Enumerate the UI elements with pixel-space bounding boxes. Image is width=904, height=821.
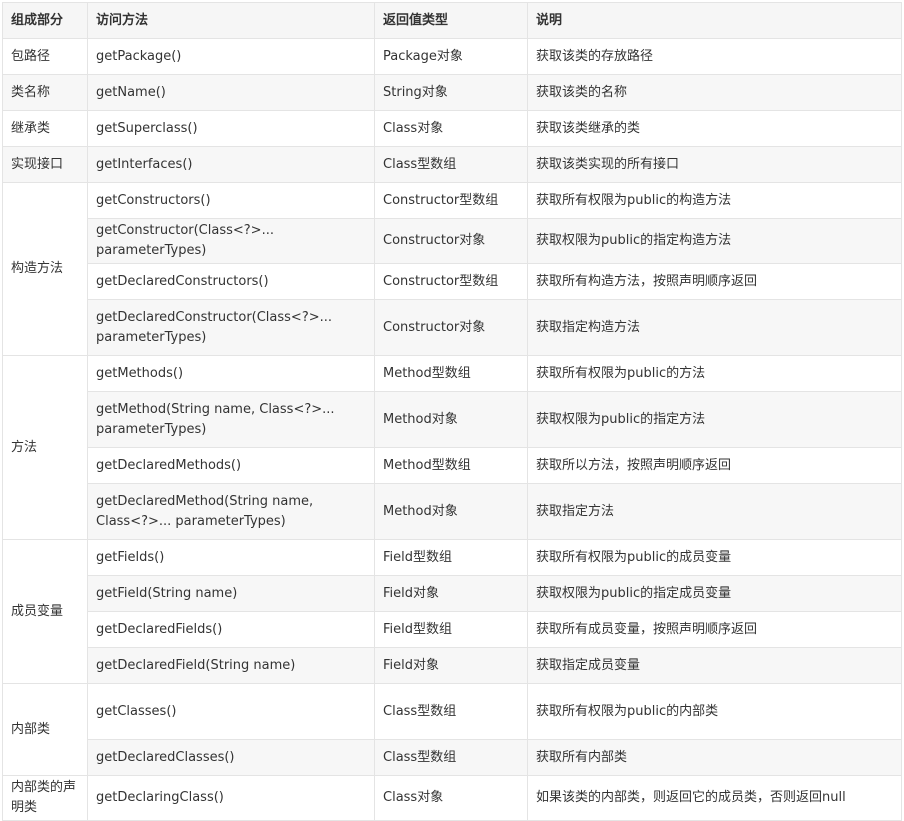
method-name-cell: getInterfaces()	[87, 146, 375, 183]
method-name-cell: getPackage()	[87, 38, 375, 75]
method-name-cell: getSuperclass()	[87, 110, 375, 147]
header-row: 组成部分 访问方法 返回值类型 说明	[2, 2, 902, 39]
table-row: 构造方法 getConstructors() Constructor型数组 获取所有权…	[2, 182, 902, 356]
method-name-cell: getMethod(String name, Class<?>... param…	[87, 391, 375, 448]
description-cell: 获取所有成员变量，按照声明顺序返回	[527, 611, 902, 648]
method-name-cell: getDeclaredClasses()	[87, 739, 375, 776]
table-row: 成员变量 getFields() Field型数组 获取所有权限为public的成员变…	[2, 539, 902, 684]
header-return-type: 返回值类型	[374, 2, 528, 39]
table-row: getDeclaredFields() Field型数组 获取所有成员变量，按照声明…	[3, 611, 902, 648]
return-type-cell: Method型数组	[374, 447, 528, 484]
return-type-cell: Constructor型数组	[374, 182, 528, 219]
return-type-cell: Package对象	[374, 38, 528, 75]
description-cell: 获取指定成员变量	[527, 647, 902, 684]
description-cell: 获取所有权限为public的构造方法	[527, 182, 902, 219]
description-cell: 获取权限为public的指定构造方法	[527, 218, 902, 264]
method-name-cell: getFields()	[87, 539, 375, 576]
table-row: 包路径 getPackage() Package对象 获取该类的存放路径	[2, 38, 902, 75]
return-type-cell: Method对象	[374, 483, 528, 540]
component-cell: 类名称	[2, 74, 88, 111]
description-cell: 获取所有构造方法，按照声明顺序返回	[527, 263, 902, 300]
table-row: getDeclaredField(String name) Field对象 获取指定…	[3, 647, 902, 684]
return-type-cell: Class型数组	[374, 739, 528, 776]
component-cell: 继承类	[2, 110, 88, 147]
method-name-cell: getConstructor(Class<?>... parameterType…	[87, 218, 375, 264]
description-cell: 获取指定方法	[527, 483, 902, 540]
description-cell: 获取该类实现的所有接口	[527, 146, 902, 183]
return-type-cell: String对象	[374, 74, 528, 111]
table-row: 继承类 getSuperclass() Class对象 获取该类继承的类	[2, 110, 902, 147]
return-type-cell: Class对象	[374, 110, 528, 147]
method-name-cell: getDeclaredField(String name)	[87, 647, 375, 684]
return-type-cell: Method对象	[374, 391, 528, 448]
return-type-cell: Class型数组	[374, 146, 528, 183]
table-row: getDeclaredMethod(String name, Class<?>.…	[3, 483, 902, 540]
header-access-method: 访问方法	[87, 2, 375, 39]
return-type-cell: Class对象	[374, 775, 528, 821]
component-cell: 方法	[2, 355, 88, 540]
return-type-cell: Field型数组	[374, 539, 528, 576]
description-cell: 获取该类的存放路径	[527, 38, 902, 75]
table-row: getMethod(String name, Class<?>... param…	[3, 391, 902, 448]
table-row: getDeclaredConstructors() Constructor型数组获…	[3, 263, 902, 300]
header-description: 说明	[527, 2, 902, 39]
description-cell: 获取所有权限为public的内部类	[527, 683, 902, 740]
table-row: getDeclaredClasses() Class型数组 获取所有内部类	[3, 739, 902, 776]
method-name-cell: getName()	[87, 74, 375, 111]
return-type-cell: Constructor型数组	[374, 263, 528, 300]
component-cell: 内部类	[2, 683, 88, 776]
header-component: 组成部分	[2, 2, 88, 39]
table-header: 组成部分 访问方法 返回值类型 说明	[2, 2, 902, 39]
method-name-cell: getDeclaredConstructors()	[87, 263, 375, 300]
return-type-cell: Constructor对象	[374, 299, 528, 356]
description-cell: 获取该类继承的类	[527, 110, 902, 147]
table-row: 内部类 getClasses() Class型数组 获取所有权限为public的内部类	[2, 683, 902, 776]
method-name-cell: getDeclaredFields()	[87, 611, 375, 648]
component-cell: 实现接口	[2, 146, 88, 183]
description-cell: 获取所有权限为public的成员变量	[527, 539, 902, 576]
return-type-cell: Constructor对象	[374, 218, 528, 264]
method-name-cell: getMethods()	[87, 355, 375, 392]
table-row: getDeclaredMethods() Method型数组 获取所以方法，按照声明…	[3, 447, 902, 484]
method-name-cell: getDeclaredMethods()	[87, 447, 375, 484]
table-body: 包路径 getPackage() Package对象 获取该类的存放路径 类名称 getN…	[2, 38, 902, 821]
description-cell: 如果该类的内部类，则返回它的成员类，否则返回null	[527, 775, 902, 821]
table-row: 类名称 getName() String对象 获取该类的名称	[2, 74, 902, 111]
component-cell: 包路径	[2, 38, 88, 75]
method-name-cell: getConstructors()	[87, 182, 375, 219]
component-cell: 内部类的声明类	[2, 775, 88, 821]
description-cell: 获取权限为public的指定成员变量	[527, 575, 902, 612]
description-cell: 获取该类的名称	[527, 74, 902, 111]
table-row: getConstructor(Class<?>... parameterType…	[3, 218, 902, 264]
method-name-cell: getField(String name)	[87, 575, 375, 612]
component-cell: 构造方法	[2, 182, 88, 356]
description-cell: 获取指定构造方法	[527, 299, 902, 356]
method-name-cell: getClasses()	[87, 683, 375, 740]
return-type-cell: Field型数组	[374, 611, 528, 648]
return-type-cell: Field对象	[374, 575, 528, 612]
table-row: 内部类的声明类 getDeclaringClass() Class对象 如果该类的内部…	[2, 775, 902, 821]
table-row: 方法 getMethods() Method型数组 获取所有权限为public的方法	[2, 355, 902, 540]
table-row: getDeclaredConstructor(Class<?>... param…	[3, 299, 902, 356]
component-cell: 成员变量	[2, 539, 88, 684]
reflection-methods-table: 组成部分 访问方法 返回值类型 说明 包路径 getPackage() Packag…	[2, 2, 902, 821]
return-type-cell: Class型数组	[374, 683, 528, 740]
return-type-cell: Field对象	[374, 647, 528, 684]
table-row: getField(String name) Field对象 获取权限为public的…	[3, 575, 902, 612]
description-cell: 获取所有内部类	[527, 739, 902, 776]
table-row: 实现接口 getInterfaces() Class型数组 获取该类实现的所有接口	[2, 146, 902, 183]
description-cell: 获取所以方法，按照声明顺序返回	[527, 447, 902, 484]
description-cell: 获取权限为public的指定方法	[527, 391, 902, 448]
method-name-cell: getDeclaredConstructor(Class<?>... param…	[87, 299, 375, 356]
description-cell: 获取所有权限为public的方法	[527, 355, 902, 392]
return-type-cell: Method型数组	[374, 355, 528, 392]
method-name-cell: getDeclaredMethod(String name, Class<?>.…	[87, 483, 375, 540]
method-name-cell: getDeclaringClass()	[87, 775, 375, 821]
